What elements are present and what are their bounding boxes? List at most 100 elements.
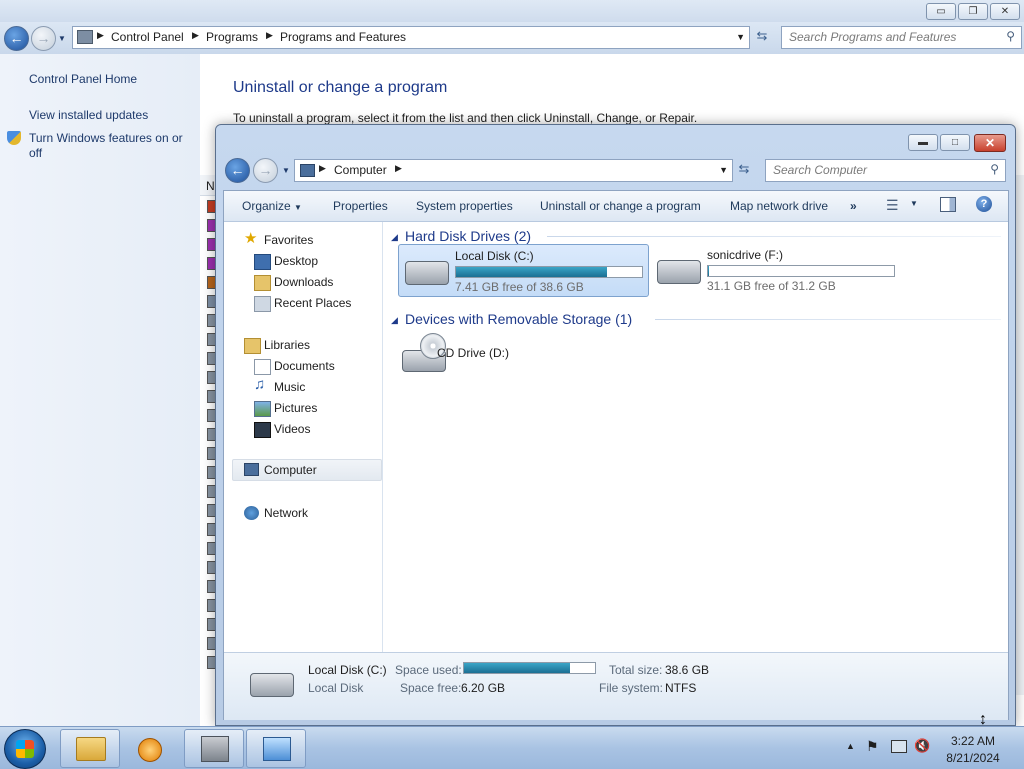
- preview-pane-icon[interactable]: [940, 197, 956, 212]
- total-size-label: Total size:: [609, 663, 663, 677]
- network-icon: [244, 506, 259, 520]
- view-options-icon[interactable]: ☰: [886, 197, 899, 214]
- nav-libraries[interactable]: Libraries: [264, 338, 310, 352]
- address-bar[interactable]: ▶ Control Panel ▶ Programs ▶ Programs an…: [72, 26, 750, 49]
- drive-usage-fill: [708, 266, 709, 276]
- taskbar: ▲ ⚑ 🔇 3:22 AM 8/21/2024: [0, 726, 1024, 769]
- nav-computer-selected[interactable]: Computer: [232, 459, 382, 481]
- search-programs-input[interactable]: Search Programs and Features ⚲: [781, 26, 1022, 49]
- nav-documents[interactable]: Documents: [274, 359, 335, 373]
- group-removable-storage[interactable]: Devices with Removable Storage (1): [405, 311, 632, 327]
- system-properties-button[interactable]: System properties: [416, 199, 513, 213]
- computer-refresh-icon[interactable]: ⇆: [734, 161, 754, 180]
- drive-cd-d[interactable]: CD Drive (D:): [398, 330, 558, 378]
- drive-free-space: 7.41 GB free of 38.6 GB: [455, 280, 584, 294]
- command-bar: Organize ▼ Properties System properties …: [224, 191, 1008, 222]
- details-pane: Local Disk (C:) Local Disk Space used: S…: [224, 652, 1008, 720]
- view-installed-updates-link[interactable]: View installed updates: [29, 108, 148, 122]
- restore-button[interactable]: ❐: [958, 3, 988, 20]
- map-network-drive-button[interactable]: Map network drive: [730, 199, 828, 213]
- taskbar-explorer-button[interactable]: [60, 729, 120, 768]
- nav-network[interactable]: Network: [264, 506, 308, 520]
- forward-button[interactable]: →: [31, 26, 56, 51]
- music-note-icon: ♫: [254, 376, 266, 393]
- control-panel-home-link[interactable]: Control Panel Home: [29, 72, 137, 86]
- back-button[interactable]: ←: [4, 26, 29, 51]
- taskbar-media-player-button[interactable]: [121, 729, 181, 768]
- show-hidden-icons-chevron-icon[interactable]: ▲: [846, 741, 855, 751]
- collapse-group-icon[interactable]: ◢: [391, 315, 398, 326]
- breadcrumb-separator-icon: ▶: [395, 163, 402, 173]
- file-system-label: File system:: [599, 681, 664, 695]
- favorites-star-icon: ★: [244, 230, 258, 247]
- control-panel-address-row: ← → ▼ ▶ Control Panel ▶ Programs ▶ Progr…: [0, 22, 1024, 54]
- windows-logo-icon: [16, 740, 34, 758]
- search-icon[interactable]: ⚲: [1006, 29, 1015, 43]
- computer-body: Organize ▼ Properties System properties …: [223, 190, 1009, 720]
- clock-date[interactable]: 8/21/2024: [943, 751, 1003, 765]
- uninstall-program-button[interactable]: Uninstall or change a program: [540, 199, 701, 213]
- media-player-icon: [138, 738, 162, 762]
- close-button[interactable]: ✕: [990, 3, 1020, 20]
- start-button[interactable]: [4, 729, 46, 769]
- name-column-header[interactable]: N: [206, 179, 215, 193]
- nav-music[interactable]: Music: [274, 380, 305, 394]
- drive-sonicdrive-f[interactable]: sonicdrive (F:) 31.1 GB free of 31.2 GB: [653, 244, 902, 295]
- minimize-button[interactable]: ▭: [926, 3, 956, 20]
- properties-button[interactable]: Properties: [333, 199, 388, 213]
- nav-videos[interactable]: Videos: [274, 422, 310, 436]
- computer-forward-button[interactable]: →: [253, 158, 278, 183]
- volume-muted-icon[interactable]: 🔇: [914, 738, 930, 754]
- refresh-icon[interactable]: ⇆: [752, 28, 772, 47]
- drive-name: Local Disk (C:): [455, 249, 534, 263]
- computer-minimize-button[interactable]: ▬: [908, 134, 938, 151]
- shield-icon: [7, 131, 21, 145]
- taskbar-control-panel-button[interactable]: [246, 729, 306, 768]
- file-system-value: NTFS: [665, 681, 697, 695]
- clock-time[interactable]: 3:22 AM: [943, 734, 1003, 748]
- windows-features-link-cont[interactable]: off: [29, 146, 42, 160]
- nav-downloads[interactable]: Downloads: [274, 275, 333, 289]
- view-chevron-down-icon[interactable]: ▼: [910, 199, 918, 208]
- search-computer-input[interactable]: Search Computer ⚲: [765, 159, 1006, 182]
- control-panel-titlebar: ▭ ❐ ✕: [0, 0, 1024, 22]
- taskbar-programs-button[interactable]: [184, 729, 244, 768]
- cd-drive-name: CD Drive (D:): [437, 346, 509, 360]
- computer-close-button[interactable]: ✕: [974, 134, 1006, 152]
- help-icon[interactable]: ?: [976, 196, 992, 212]
- page-description: To uninstall a program, select it from t…: [233, 111, 698, 125]
- details-drive-icon: [250, 673, 294, 697]
- organize-button[interactable]: Organize ▼: [242, 199, 302, 213]
- computer-recent-chevron-icon[interactable]: ▼: [282, 166, 290, 175]
- breadcrumb-programs-and-features[interactable]: Programs and Features: [280, 30, 406, 44]
- network-status-icon[interactable]: [891, 740, 907, 753]
- breadcrumb-computer[interactable]: Computer: [334, 163, 387, 177]
- computer-maximize-button[interactable]: □: [940, 134, 970, 151]
- drive-local-disk-c[interactable]: Local Disk (C:) 7.41 GB free of 38.6 GB: [398, 244, 649, 297]
- collapse-group-icon[interactable]: ◢: [391, 232, 398, 243]
- program-list-header: N: [200, 175, 215, 196]
- group-hard-disk-drives[interactable]: Hard Disk Drives (2): [405, 228, 531, 244]
- computer-address-bar[interactable]: ▶ Computer ▶ ▼: [294, 159, 733, 182]
- nav-pictures[interactable]: Pictures: [274, 401, 317, 415]
- pictures-icon: [254, 401, 271, 417]
- action-center-flag-icon[interactable]: ⚑: [866, 738, 879, 755]
- windows-features-link[interactable]: Turn Windows features on or: [29, 131, 183, 145]
- nav-computer[interactable]: Computer: [264, 463, 317, 477]
- breadcrumb-separator-icon: ▶: [192, 30, 199, 40]
- computer-back-button[interactable]: ←: [225, 158, 250, 183]
- breadcrumb-programs[interactable]: Programs: [206, 30, 258, 44]
- nav-desktop[interactable]: Desktop: [274, 254, 318, 268]
- total-size-value: 38.6 GB: [665, 663, 710, 677]
- search-icon[interactable]: ⚲: [990, 162, 999, 176]
- search-computer-placeholder: Search Computer: [773, 163, 868, 177]
- more-commands-button[interactable]: »: [850, 199, 857, 213]
- breadcrumb-control-panel[interactable]: Control Panel: [111, 30, 184, 44]
- nav-favorites[interactable]: Favorites: [264, 233, 313, 247]
- computer-address-dropdown-icon[interactable]: ▼: [719, 165, 728, 175]
- details-usage-bar: [463, 662, 596, 674]
- address-dropdown-icon[interactable]: ▼: [736, 32, 745, 42]
- chevron-down-icon: ▼: [294, 203, 302, 212]
- nav-recent-places[interactable]: Recent Places: [274, 296, 351, 310]
- recent-pages-chevron-icon[interactable]: ▼: [58, 34, 66, 43]
